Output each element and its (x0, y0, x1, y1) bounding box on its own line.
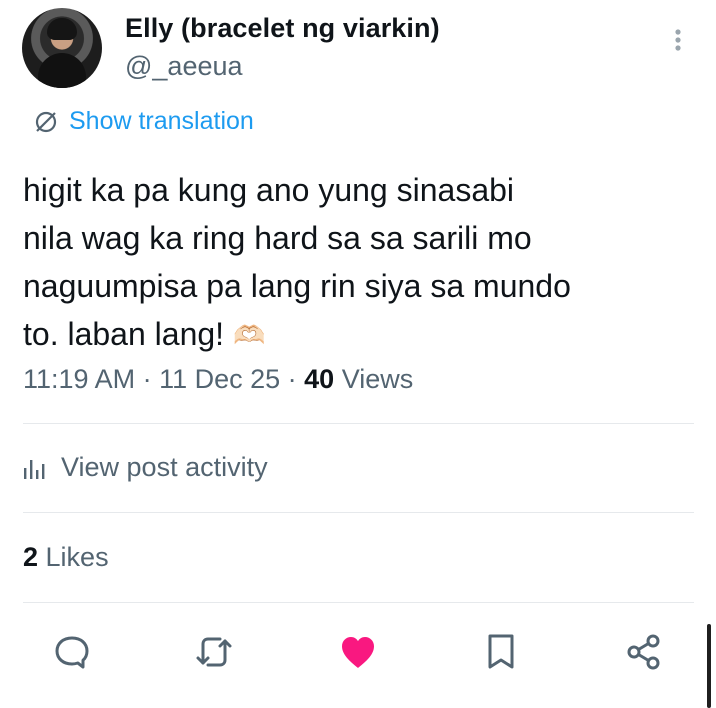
reply-icon (55, 636, 89, 669)
show-translation-link[interactable]: Show translation (33, 107, 254, 136)
likes-count: 2 (23, 542, 39, 572)
post-time[interactable]: 11:19 AM (23, 364, 135, 394)
share-icon (627, 634, 660, 670)
show-translation-label: Show translation (69, 107, 254, 135)
views-count: 40 (304, 364, 335, 394)
meta-separator: · (135, 364, 160, 394)
post-date[interactable]: 11 Dec 25 (159, 364, 280, 394)
more-vertical-icon (675, 29, 681, 51)
divider (23, 512, 694, 513)
repost-button[interactable] (194, 632, 234, 672)
bar-chart-icon (24, 459, 45, 479)
like-button[interactable] (338, 632, 378, 672)
like-icon (342, 637, 374, 668)
translation-icon (35, 111, 57, 132)
likes-count-link[interactable]: 2 Likes (23, 542, 109, 573)
more-options-button[interactable] (664, 26, 692, 54)
post-text: higit ka pa kung ano yung sinasabi nila … (23, 166, 683, 359)
share-button[interactable] (624, 632, 664, 672)
bookmark-button[interactable] (481, 632, 521, 672)
divider (23, 423, 694, 424)
scrollbar[interactable] (707, 624, 711, 708)
meta-separator: · (280, 364, 305, 394)
divider (23, 602, 694, 603)
author-display-name[interactable]: Elly (bracelet ng viarkin) (125, 13, 440, 44)
author-avatar[interactable] (22, 8, 102, 88)
heart-hands-emoji: 🫶🏻 (232, 320, 266, 350)
repost-icon (196, 637, 232, 667)
post-body: higit ka pa kung ano yung sinasabi nila … (23, 172, 571, 352)
bookmark-icon (488, 634, 514, 669)
view-post-activity-label: View post activity (61, 452, 268, 482)
views-label: Views (334, 364, 414, 394)
post-metadata: 11:19 AM · 11 Dec 25 · 40 Views (23, 364, 413, 395)
reply-button[interactable] (52, 632, 92, 672)
likes-label: Likes (38, 542, 109, 572)
view-post-activity-button[interactable]: View post activity (23, 452, 268, 483)
author-handle[interactable]: @_aeeua (125, 51, 243, 82)
